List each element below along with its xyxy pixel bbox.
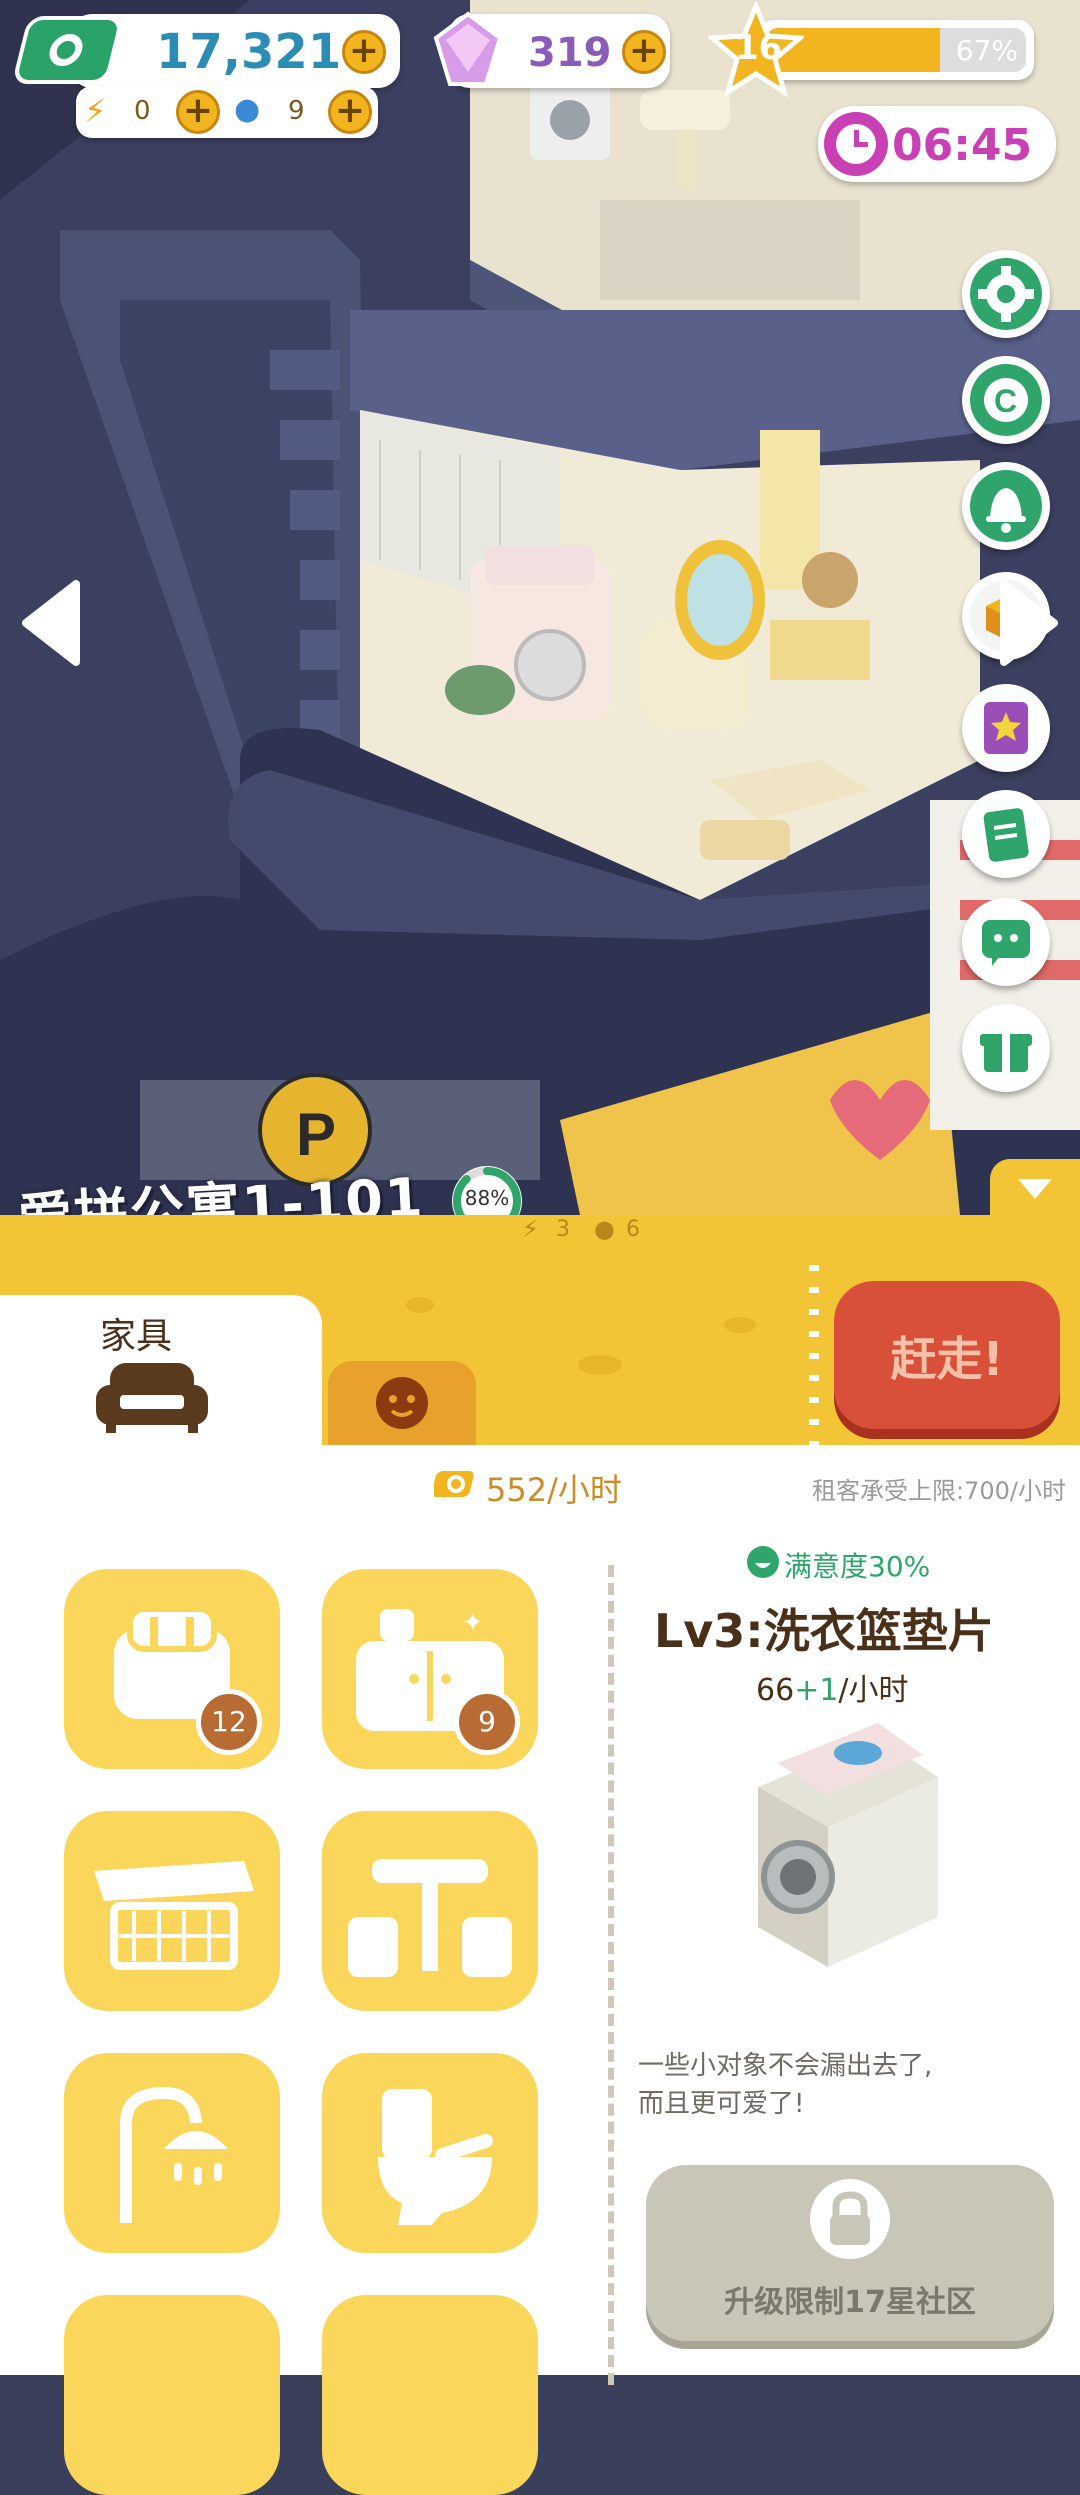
star-book-icon xyxy=(984,702,1028,754)
building-progress-ring: 88% xyxy=(446,1160,528,1215)
energy-cost: 3 xyxy=(556,1217,570,1242)
tab-furniture-label: 家具 xyxy=(100,1316,173,1357)
collection-book-button[interactable] xyxy=(962,684,1050,772)
add-energy-button[interactable]: + xyxy=(176,90,220,134)
settings-button[interactable] xyxy=(962,250,1050,338)
add-gems-button[interactable]: + xyxy=(622,30,666,74)
water-cost: 6 xyxy=(626,1217,640,1242)
energy-amount: 0 xyxy=(134,96,151,126)
category-toilet-tile[interactable] xyxy=(322,2053,538,2253)
category-bed-tile[interactable]: 12 xyxy=(64,1569,280,1769)
category-shower-tile[interactable] xyxy=(64,2053,280,2253)
item-title: Lv3:洗衣篮垫片 xyxy=(654,1604,994,1658)
item-income-bonus: +1 xyxy=(794,1673,839,1708)
chat-button[interactable] xyxy=(962,898,1050,986)
timer-pill[interactable]: 06:45 xyxy=(818,106,1056,182)
water-amount: 9 xyxy=(288,96,305,126)
c-logo-icon: C xyxy=(984,378,1028,422)
water-drop-icon: ● xyxy=(594,1215,615,1243)
evict-button-label: 赶走! xyxy=(890,1332,1004,1386)
satisfaction-text: 满意度30% xyxy=(784,1550,931,1583)
category-laundry-tile[interactable] xyxy=(64,1811,280,2011)
panel-collapse-tab[interactable] xyxy=(990,1159,1080,1219)
level-number: 16 xyxy=(735,28,783,68)
cash-icon xyxy=(11,16,125,84)
item-income: 66+1/小时 xyxy=(756,1665,909,1709)
upgrade-locked-label: 升级限制17星社区 xyxy=(724,2285,976,2320)
dining-table-icon xyxy=(348,1859,512,1977)
sofa-icon xyxy=(96,1363,208,1433)
gem-amount: 319 xyxy=(528,30,612,76)
chevron-down-icon xyxy=(1018,1179,1052,1199)
bell-icon xyxy=(986,488,1026,533)
upgrade-locked-button[interactable]: 升级限制17星社区 xyxy=(646,2165,1054,2341)
next-room-arrow[interactable] xyxy=(998,580,1060,666)
laundry-rack-icon xyxy=(94,1861,254,1970)
furniture-panel: ⚡ 3 ● 6 家具 赶走! 552/小时 租客承受上限:700/小时 12 ✦… xyxy=(0,1159,1080,2495)
add-water-button[interactable]: + xyxy=(328,90,372,134)
tab-furniture[interactable]: 家具 xyxy=(0,1295,322,1445)
item-description-line2: 而且更可爱了! xyxy=(638,2089,805,2119)
gear-icon xyxy=(978,266,1034,322)
toilet-icon xyxy=(378,2089,493,2225)
clock-icon xyxy=(824,112,888,176)
category-door-tile[interactable] xyxy=(64,2295,280,2495)
gift-icon xyxy=(980,1034,1032,1072)
tab-tenant[interactable] xyxy=(328,1361,476,1445)
income-rate-text: 552/小时 xyxy=(486,1471,622,1509)
water-drop-icon: ● xyxy=(234,92,261,127)
add-coins-button[interactable]: + xyxy=(342,30,386,74)
xp-percent: 67% xyxy=(955,34,1018,67)
tenant-face-icon xyxy=(376,1377,428,1429)
item-count-badge: 9 xyxy=(454,1689,520,1755)
previous-room-arrow[interactable] xyxy=(20,580,82,666)
item-income-unit: /小时 xyxy=(838,1673,909,1708)
gift-button[interactable] xyxy=(962,1004,1050,1092)
item-description-line1: 一些小对象不会漏出去了, xyxy=(638,2051,933,2081)
chat-bubble-icon xyxy=(982,920,1030,966)
tasks-button[interactable] xyxy=(962,790,1050,878)
svg-text:✦: ✦ xyxy=(462,1608,484,1638)
category-dining-tile[interactable] xyxy=(322,1811,538,2011)
evict-button[interactable]: 赶走! xyxy=(834,1281,1060,1429)
lock-icon xyxy=(810,2179,890,2259)
panel-divider xyxy=(608,1565,614,2385)
category-cabinet-tile[interactable]: ✦ 9 xyxy=(322,1569,538,1769)
game-scene[interactable]: P 17,321 + ⚡ 0 ● 9 + + 319 + 67% 16 06:4… xyxy=(0,0,1080,1215)
smile-face-icon xyxy=(747,1546,779,1578)
notepad-icon xyxy=(983,808,1029,862)
coin-amount: 17,321 xyxy=(156,24,342,80)
item-income-base: 66 xyxy=(756,1673,795,1708)
lightning-icon: ⚡ xyxy=(522,1215,539,1243)
category-lamp-tile[interactable] xyxy=(322,2295,538,2495)
panel-body: 552/小时 租客承受上限:700/小时 12 ✦ 9 满意度30% Lv3:洗… xyxy=(0,1445,1080,2495)
community-button[interactable]: C xyxy=(962,356,1050,444)
item-count-badge: 12 xyxy=(196,1689,262,1755)
shower-icon xyxy=(120,2086,228,2223)
apartment-building-illustration: P xyxy=(0,0,1080,1215)
cash-icon xyxy=(434,1471,474,1497)
svg-text:C: C xyxy=(994,383,1017,419)
tenant-limit-text: 租客承受上限:700/小时 xyxy=(812,1477,1066,1505)
notifications-button[interactable] xyxy=(962,462,1050,550)
timer-text: 06:45 xyxy=(892,120,1033,171)
gem-icon xyxy=(428,10,508,90)
lightning-icon: ⚡ xyxy=(84,92,107,130)
building-progress-text: 88% xyxy=(464,1186,510,1210)
washing-machine-image xyxy=(758,1723,938,1967)
